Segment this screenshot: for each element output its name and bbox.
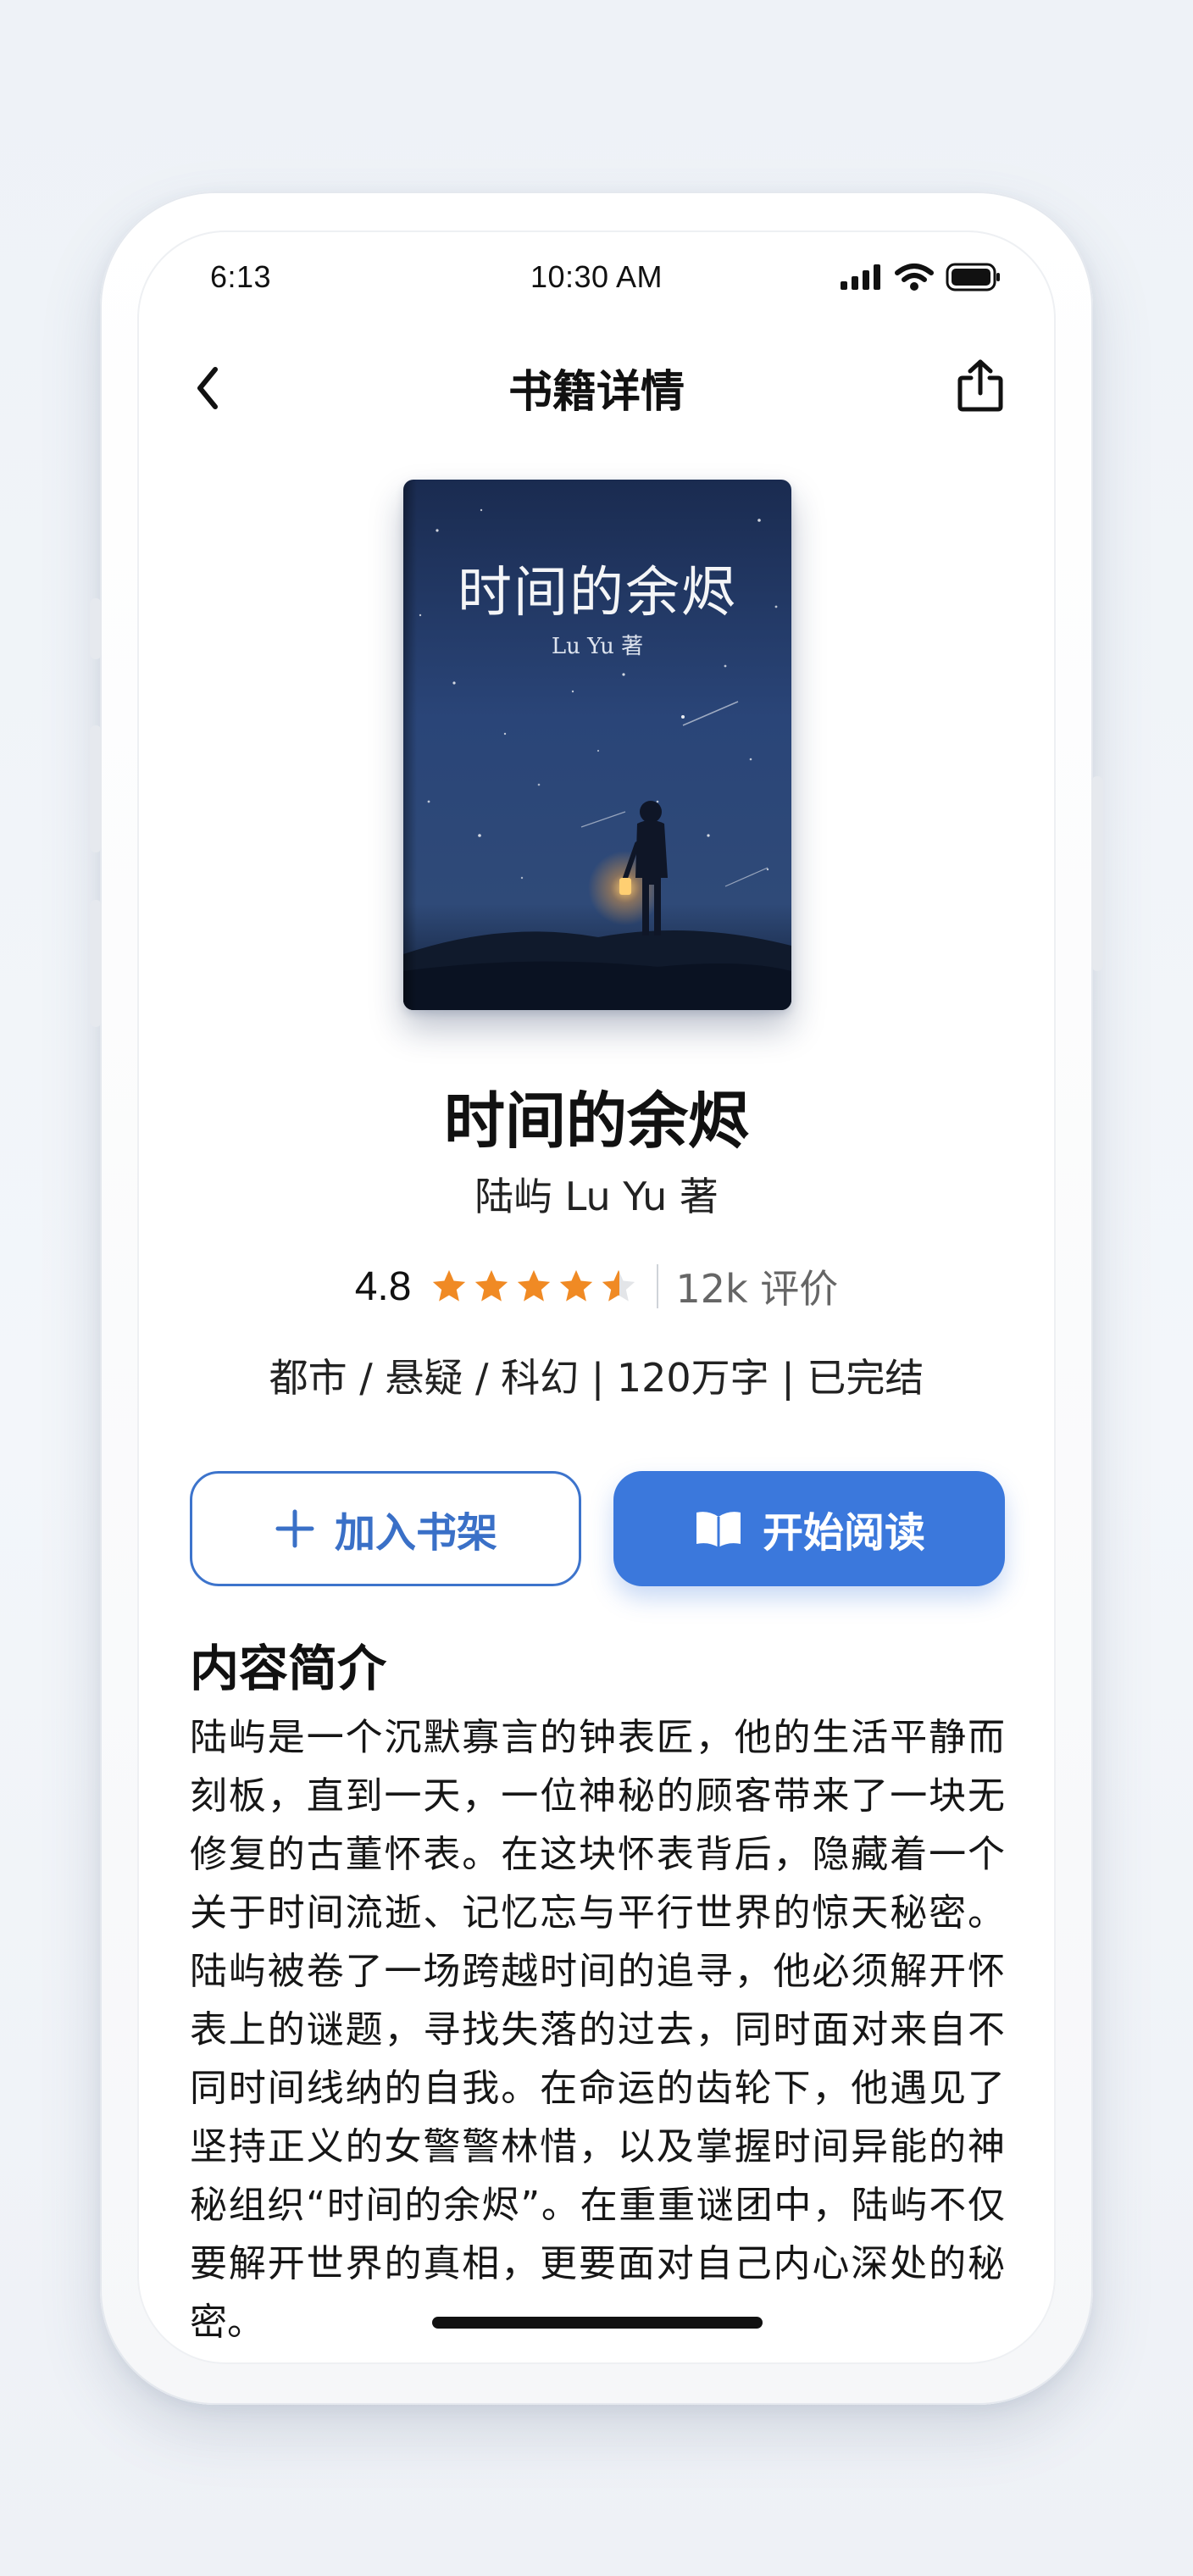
- book-meta: 都市 / 悬疑 / 科幻 | 120万字 | 已完结: [269, 1355, 924, 1401]
- page-title: 书籍详情: [508, 367, 685, 418]
- share-icon[interactable]: [956, 358, 1005, 414]
- page-background: 6:13 10:30 AM 书籍详情 时间的余烬 Lu Yu 著 时间的余烬 陆…: [0, 0, 1193, 2576]
- review-count[interactable]: 12k 评价: [675, 1258, 838, 1314]
- rating-row: 4.8 12k 评价: [137, 1256, 1056, 1317]
- add-to-shelf-label: 加入书架: [334, 1509, 497, 1557]
- star-half-icon: [602, 1269, 635, 1302]
- app-screen: 6:13 10:30 AM 书籍详情 时间的余烬 Lu Yu 著 时间的余烬 陆…: [137, 230, 1056, 2364]
- star-icon: [518, 1269, 551, 1302]
- cover-title: 时间的余烬: [458, 562, 737, 625]
- rating-score: 4.8: [354, 1263, 412, 1309]
- start-reading-label: 开始阅读: [762, 1509, 925, 1557]
- book-title: 时间的余烬: [443, 1085, 749, 1157]
- star-icon: [560, 1269, 593, 1302]
- book-author: 陆屿 Lu Yu 著: [474, 1174, 719, 1219]
- battery-icon: [946, 263, 1000, 291]
- phone-side-button: [90, 598, 102, 659]
- cover-author: Lu Yu 著: [551, 634, 644, 659]
- signal-icon: [841, 264, 880, 290]
- start-reading-button[interactable]: 开始阅读: [613, 1471, 1005, 1586]
- star-icon: [433, 1269, 466, 1302]
- rating-divider: [657, 1264, 659, 1308]
- plus-icon: [274, 1507, 316, 1550]
- phone-side-button: [1091, 776, 1103, 971]
- add-to-shelf-button[interactable]: 加入书架: [190, 1471, 581, 1586]
- book-cover[interactable]: 时间的余烬 Lu Yu 著: [403, 480, 791, 1010]
- wifi-icon: [895, 264, 934, 291]
- book-open-icon: [693, 1508, 744, 1549]
- synopsis-text: 陆屿是一个沉默寡言的钟表匠，他的生活平静而刻板，直到一天，一位神秘的顾客带来了一…: [190, 1716, 1005, 2344]
- phone-side-button: [90, 725, 102, 852]
- synopsis-heading: 内容简介: [190, 1640, 387, 1697]
- home-indicator[interactable]: [432, 2317, 763, 2329]
- star-icon: [475, 1269, 508, 1302]
- phone-side-button: [90, 900, 102, 1027]
- rating-stars: [430, 1267, 638, 1306]
